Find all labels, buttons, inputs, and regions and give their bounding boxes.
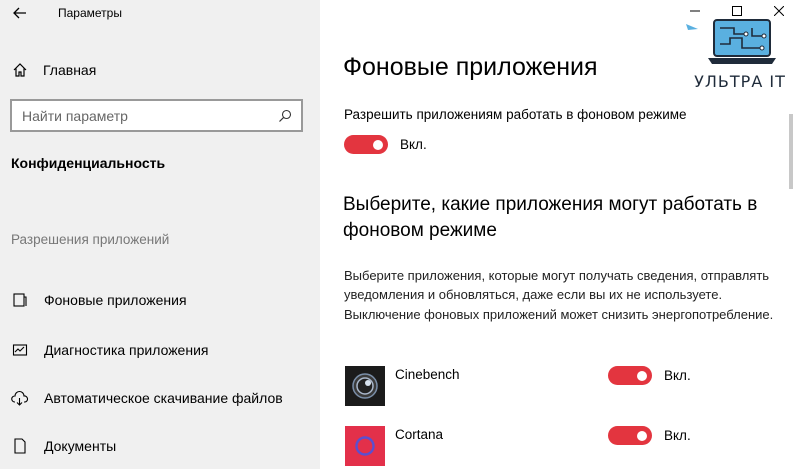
app-row-cinebench: Cinebench Вкл. [345,366,775,406]
search-input[interactable]: Найти параметр [10,99,303,132]
cinebench-toggle[interactable] [608,366,652,385]
app-name: Cinebench [395,367,460,382]
choose-apps-heading: Выберите, какие приложения могут работат… [343,194,758,241]
sidebar-item-label: Автоматическое скачивание файлов [44,390,283,406]
back-arrow-icon [13,7,26,19]
search-icon[interactable] [277,108,293,124]
allow-background-label: Разрешить приложениям работать в фоновом… [344,107,687,122]
sidebar-item-app-diagnostics[interactable]: Диагностика приложения [11,336,311,364]
app-row-cortana: Cortana Вкл. [345,426,775,466]
scrollbar-thumb[interactable] [789,114,793,189]
sidebar-item-label: Документы [44,438,117,454]
title-bar: Параметры [0,0,320,26]
app-toggle-row: Вкл. [608,426,691,445]
document-icon [11,437,29,455]
home-icon [10,60,30,80]
cloud-download-icon [11,389,29,407]
cortana-icon [345,426,385,466]
app-title: Параметры [58,6,122,20]
app-toggle-row: Вкл. [608,366,691,385]
watermark-logo: УЛЬТРА IT [682,14,798,92]
app-diagnostics-icon [11,341,29,359]
main-content: УЛЬТРА IT Фоновые приложения Разрешить п… [320,0,800,469]
sidebar-item-background-apps[interactable]: Фоновые приложения [11,286,311,314]
app-name: Cortana [395,427,444,442]
cinebench-icon [345,366,385,406]
logo-text: УЛЬТРА IT [694,72,786,91]
group-heading: Разрешения приложений [11,232,170,247]
toggle-state-label: Вкл. [664,368,691,383]
sidebar-item-label: Диагностика приложения [44,342,209,358]
toggle-state-label: Вкл. [664,428,691,443]
background-apps-icon [11,291,29,309]
toggle-state-label: Вкл. [400,137,427,152]
sidebar-item-auto-download[interactable]: Автоматическое скачивание файлов [11,384,311,412]
allow-background-row: Вкл. [344,135,427,154]
sidebar-item-home[interactable]: Главная [10,56,96,84]
toggle-knob [637,370,647,381]
sidebar-item-label: Фоновые приложения [44,292,187,308]
section-heading: Конфиденциальность [11,155,166,171]
back-button[interactable] [2,1,38,25]
sidebar-item-label: Главная [43,62,97,78]
page-title: Фоновые приложения [343,53,598,81]
description-text: Выберите приложения, которые могут получ… [344,268,774,322]
allow-background-toggle[interactable] [344,135,388,154]
laptop-circuit-icon [686,19,776,64]
toggle-knob [373,139,383,150]
sidebar: Параметры Главная Найти параметр Конфиде… [0,0,320,469]
sidebar-item-documents[interactable]: Документы [11,432,311,460]
search-placeholder: Найти параметр [22,107,128,124]
toggle-knob [637,430,647,441]
cortana-toggle[interactable] [608,426,652,445]
